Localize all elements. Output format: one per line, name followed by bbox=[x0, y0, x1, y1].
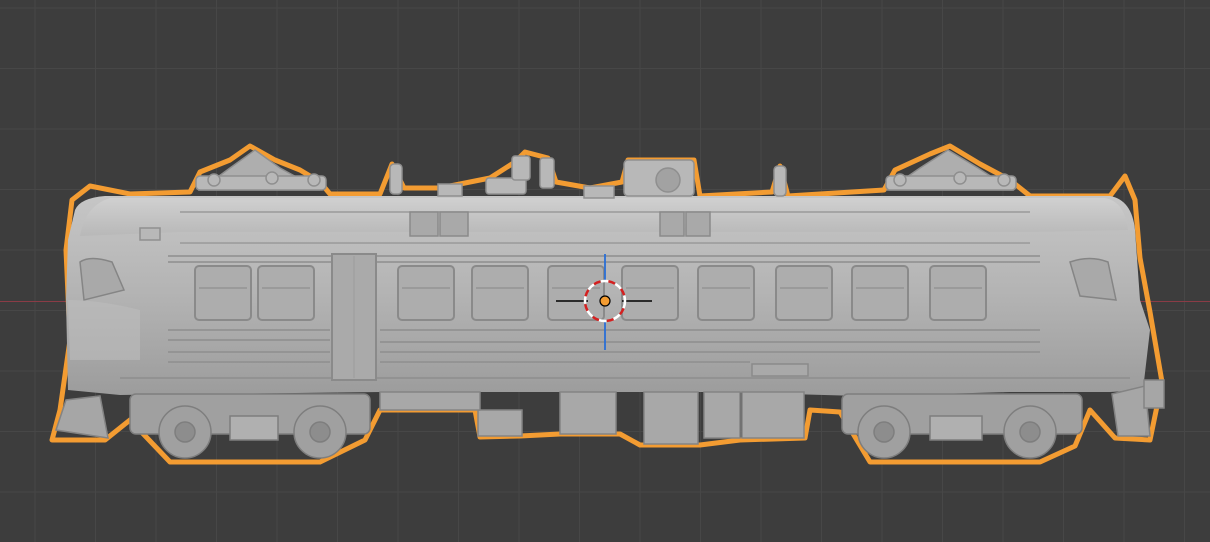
object-origin-dot[interactable] bbox=[599, 295, 611, 307]
window-row bbox=[194, 265, 987, 321]
window bbox=[547, 265, 605, 321]
window bbox=[397, 265, 455, 321]
window bbox=[621, 265, 679, 321]
window bbox=[194, 265, 252, 321]
3d-viewport[interactable] bbox=[0, 0, 1210, 542]
window bbox=[851, 265, 909, 321]
rear-bogie bbox=[841, 393, 1083, 459]
window bbox=[697, 265, 755, 321]
window bbox=[471, 265, 529, 321]
window bbox=[775, 265, 833, 321]
window bbox=[257, 265, 315, 321]
window bbox=[929, 265, 987, 321]
front-bogie bbox=[129, 393, 371, 459]
